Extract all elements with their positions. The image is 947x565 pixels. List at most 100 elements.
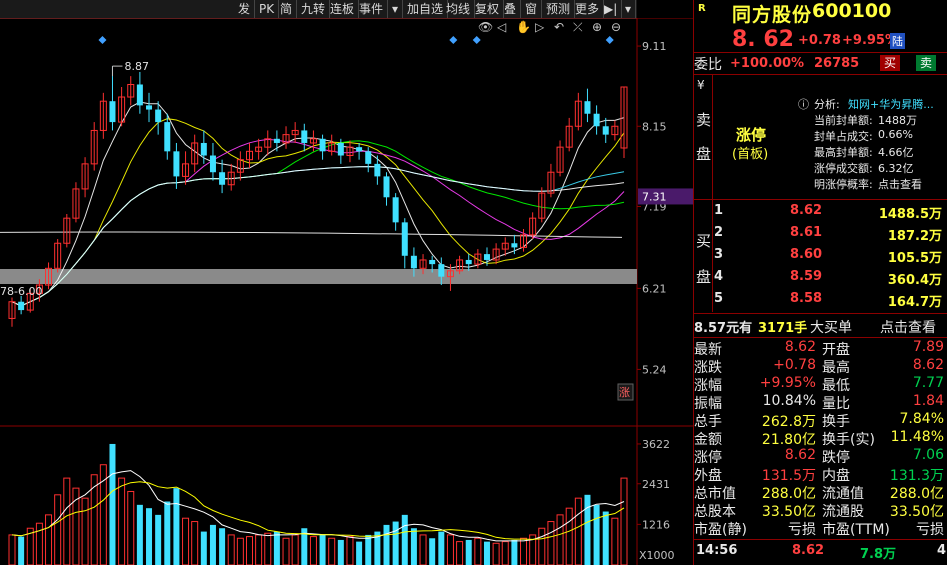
buy-side-label: 买 盘 <box>694 200 713 312</box>
volume-bar <box>273 531 280 565</box>
stat-value: 7.77 <box>912 375 944 391</box>
buy-level-price[interactable]: 8.62 <box>790 203 822 218</box>
buy-levels: 1 8.62 1488.5万 2 8.61 187.2万 3 8.60 105.5万 4 8.59 3… <box>712 200 947 312</box>
vol-tick-label: 2431 <box>642 478 670 491</box>
toolbar-item[interactable]: ▶| <box>600 0 623 18</box>
volume-bar <box>401 514 408 565</box>
volume-bar <box>245 536 253 565</box>
candle-body <box>584 101 591 114</box>
stat-value: 131.5万 <box>761 468 816 484</box>
analysis-link[interactable]: 知网+华为昇腾... <box>848 96 934 112</box>
candle-body <box>301 130 308 143</box>
volume-bar <box>209 524 216 565</box>
volume-bar <box>438 531 445 565</box>
volume-bar <box>146 508 153 565</box>
volume-bar <box>309 536 317 565</box>
toolbar-item[interactable]: ▾ <box>621 0 637 18</box>
volume-bar <box>392 521 399 565</box>
chart-toolbar: 发 PK 简九转 连板 事件 ▾ 加自选 均线 复权叠窗预测 更多 ▶| ▾ <box>0 0 637 19</box>
stat-label: 金额 <box>694 432 722 448</box>
seal-info-key: 最高封单额: <box>814 146 873 159</box>
toolbar-item[interactable]: 窗 <box>521 0 543 18</box>
volume-bar <box>8 534 16 565</box>
volume-bar <box>602 511 609 565</box>
candle-body <box>383 176 390 198</box>
volume-bar <box>264 532 272 565</box>
volume-bar <box>492 542 500 565</box>
stat-label: 总股本 <box>694 504 736 520</box>
buy-level-index: 5 <box>714 291 724 306</box>
toolbar-item[interactable]: 叠 <box>500 0 522 18</box>
toolbar-item[interactable]: 发 <box>234 0 256 18</box>
seal-info-value: 1488万 <box>878 114 917 127</box>
stat-value: 10.84% <box>762 393 816 409</box>
stat-value: 288.0亿 <box>761 486 816 502</box>
buy-level-volume: 360.4万 <box>887 273 942 288</box>
volume-bar <box>45 514 53 565</box>
analysis-label: 分析: <box>814 98 840 111</box>
volume-bar <box>383 524 390 565</box>
stat-label: 总手 <box>694 414 722 430</box>
candle-body <box>465 259 472 265</box>
candle-body <box>273 138 280 143</box>
candle-body <box>356 147 363 152</box>
candle-body <box>219 172 226 185</box>
volume-bar <box>291 534 299 565</box>
corner-badge: 涨 <box>619 386 630 399</box>
vol-tick-label: 1216 <box>642 518 670 531</box>
sell-side-label: ¥ 卖 盘 <box>694 75 713 199</box>
volume-bar <box>446 534 454 565</box>
volume-bar <box>565 507 573 565</box>
buy-level-price[interactable]: 8.60 <box>790 247 822 262</box>
stat-label: 涨跌 <box>694 360 722 376</box>
buy-level-price[interactable]: 8.59 <box>790 269 822 284</box>
buy-level-index: 4 <box>714 269 724 284</box>
seal-info-value: 0.66% <box>878 128 913 141</box>
sell-button[interactable]: 卖 <box>916 55 937 71</box>
buy-level-price[interactable]: 8.61 <box>790 225 822 240</box>
stat-value: 33.50亿 <box>889 504 944 520</box>
stat-label: 市盈(TTM) <box>822 522 890 538</box>
y-tick-label: 5.24 <box>642 363 667 376</box>
kline-chart[interactable]: 9.118.157.196.215.247.318.8778-6.00涨3622… <box>0 18 693 565</box>
toolbar-item[interactable]: 简 <box>276 0 298 18</box>
volume-bar <box>227 534 235 565</box>
volume-bar <box>200 531 207 565</box>
stat-label: 外盘 <box>694 468 722 484</box>
stat-label: 振幅 <box>694 396 722 412</box>
buy-level-price[interactable]: 8.58 <box>790 291 822 306</box>
candle-body <box>392 197 399 223</box>
limit-up-sub: (首板) <box>732 147 769 162</box>
volume-bar <box>593 504 600 565</box>
candle-body <box>200 142 207 156</box>
buy-button[interactable]: 买 <box>880 55 901 71</box>
event-diamond-icon <box>472 36 481 44</box>
volume-bar <box>236 537 244 565</box>
seal-info-value: 6.32亿 <box>878 162 914 175</box>
limit-up-status: 涨停 <box>736 126 767 144</box>
big-order-link[interactable]: 点击查看 <box>880 317 936 337</box>
candle-body <box>438 264 445 277</box>
stat-label: 量比 <box>822 396 850 412</box>
toolbar-item[interactable]: 事件 <box>355 0 389 18</box>
volume-bar <box>501 541 509 565</box>
candle-body <box>173 151 180 177</box>
buy-level-index: 3 <box>714 247 724 262</box>
stat-value: 33.50亿 <box>761 504 816 520</box>
tick-time: 14:56 <box>696 543 738 558</box>
volume-ma-line <box>11 470 625 542</box>
volume-bar <box>429 538 436 565</box>
seal-info-value: 4.66亿 <box>878 146 914 159</box>
stat-value: 8.62 <box>784 447 816 463</box>
stat-label: 最低 <box>822 378 850 394</box>
seal-prob-link[interactable]: 点击查看 <box>878 176 922 192</box>
seal-info-key: 封单占成交: <box>814 130 873 143</box>
volume-bar <box>255 534 263 565</box>
candle-body <box>337 142 344 156</box>
volume-bar <box>219 528 226 565</box>
buy-level-index: 2 <box>714 225 724 240</box>
toolbar-item[interactable]: ▾ <box>388 0 404 18</box>
stat-value: 262.8万 <box>761 414 816 430</box>
volume-bar <box>54 494 62 565</box>
volume-bar <box>620 477 628 565</box>
